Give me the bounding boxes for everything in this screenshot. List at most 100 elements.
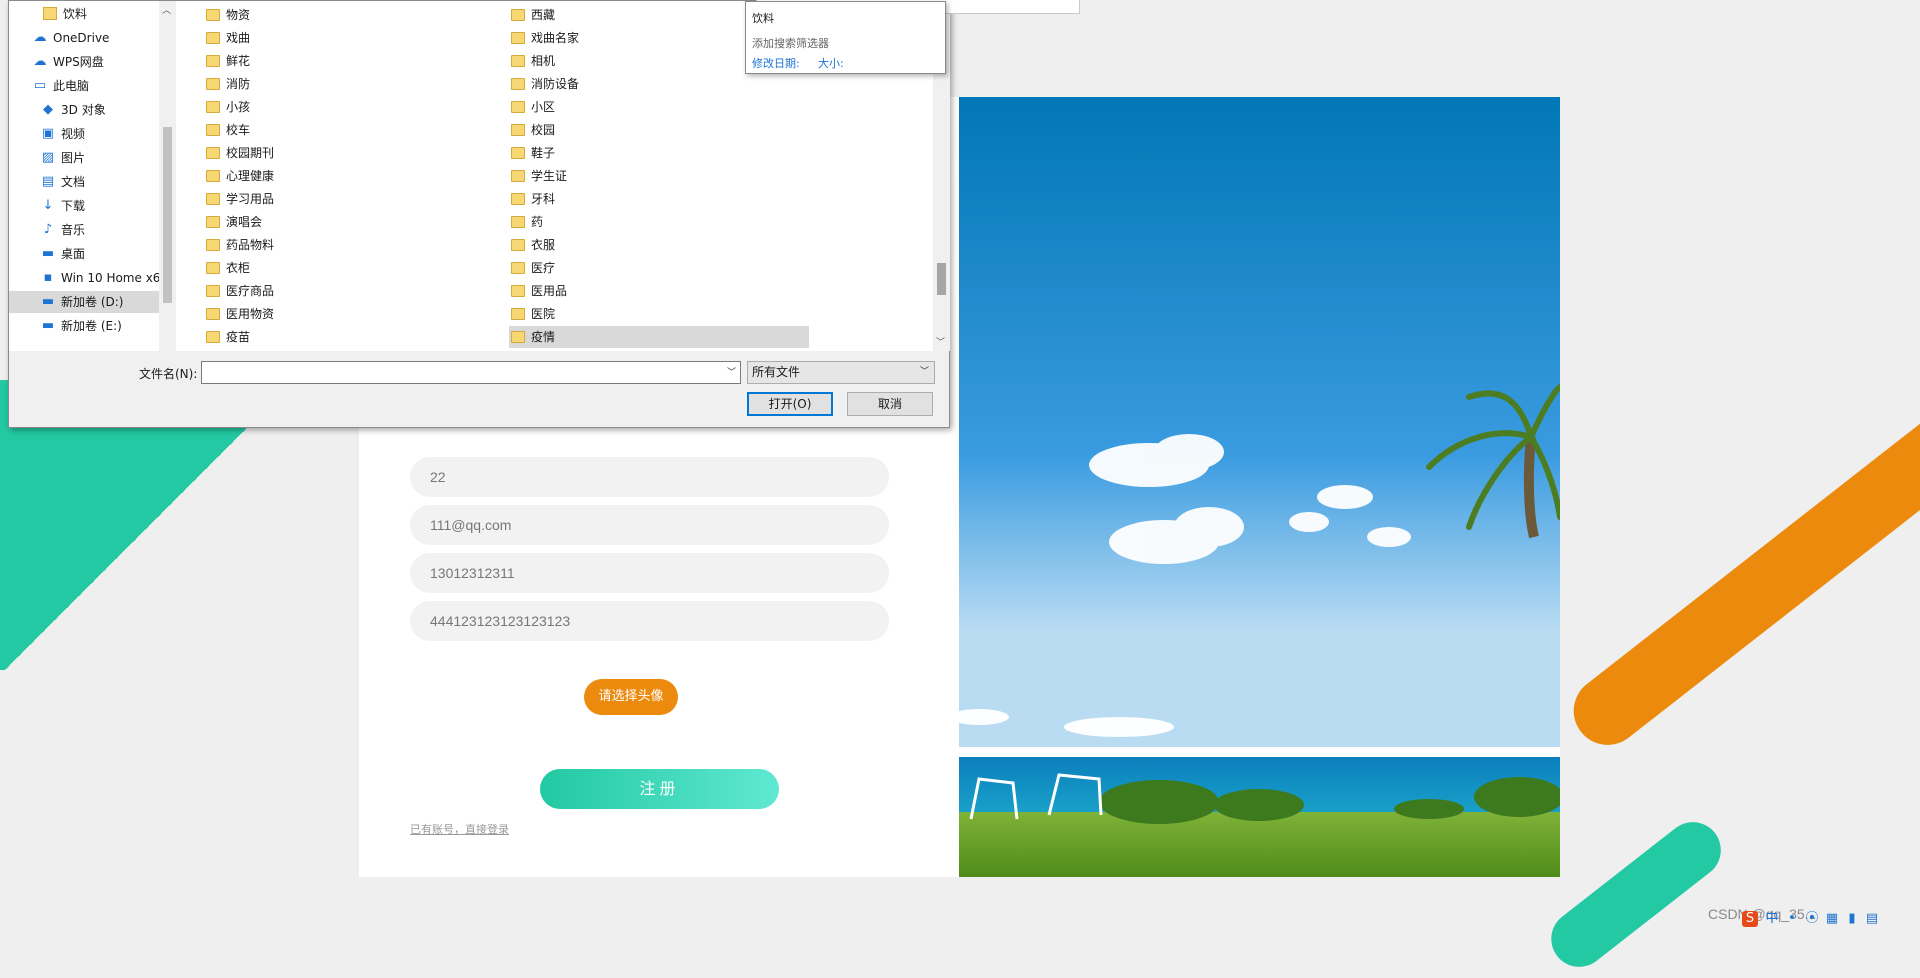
folder-item[interactable]: 物资: [204, 4, 504, 26]
microphone-icon[interactable]: ⦿: [1804, 911, 1820, 927]
document-icon: ▤: [41, 174, 55, 189]
nav-item-c-drive[interactable]: ▪ Win 10 Home x6: [9, 267, 159, 289]
folder-icon: [206, 216, 220, 228]
folder-item[interactable]: 鲜花: [204, 50, 504, 72]
folder-label: 物资: [226, 8, 251, 22]
beach-landscape-image: [959, 97, 1560, 877]
folder-item[interactable]: 疫苗: [204, 326, 504, 348]
login-link[interactable]: 已有账号，直接登录: [410, 821, 509, 837]
desktop-icon: ▬: [41, 246, 55, 261]
choose-avatar-button[interactable]: 请选择头像: [584, 679, 678, 715]
folder-label: 相机: [531, 54, 556, 68]
id-number-field[interactable]: 444123123123123123: [410, 601, 889, 641]
folder-label: 消防: [226, 77, 251, 91]
folder-item[interactable]: 医院: [509, 303, 809, 325]
search-current-term[interactable]: 饮料: [752, 10, 774, 26]
cube-icon: ◆: [43, 102, 53, 117]
toolbox-icon[interactable]: ▤: [1864, 911, 1880, 927]
folder-item[interactable]: 小孩: [204, 96, 504, 118]
folder-item[interactable]: 戏曲: [204, 27, 504, 49]
folder-item[interactable]: 鞋子: [509, 142, 809, 164]
size-filter[interactable]: 大小:: [818, 55, 844, 71]
nav-item-this-pc[interactable]: ▭ 此电脑: [9, 75, 159, 97]
folder-label: 消防设备: [531, 77, 580, 91]
keyboard-icon[interactable]: ▦: [1824, 911, 1840, 927]
folder-item[interactable]: 心理健康: [204, 165, 504, 187]
folder-item[interactable]: 医疗: [509, 257, 809, 279]
folder-item[interactable]: 校园期刊: [204, 142, 504, 164]
punctuation-icon[interactable]: •: [1784, 911, 1800, 927]
folder-item[interactable]: 医用物资: [204, 303, 504, 325]
folder-icon: [206, 331, 220, 343]
skin-icon[interactable]: ▮: [1844, 911, 1860, 927]
folder-item[interactable]: 校园: [509, 119, 809, 141]
nav-item-label: 音乐: [61, 223, 86, 237]
folder-item[interactable]: 牙科: [509, 188, 809, 210]
folder-icon: [206, 193, 220, 205]
nav-item-label: OneDrive: [53, 31, 110, 45]
age-field[interactable]: 22: [410, 457, 889, 497]
folder-icon: [511, 55, 525, 67]
cancel-button[interactable]: 取消: [847, 392, 933, 416]
folder-label: 鲜花: [226, 54, 251, 68]
nav-item-d-drive[interactable]: ▬ 新加卷 (D:): [9, 291, 159, 313]
navigation-scrollbar[interactable]: ︿: [159, 1, 176, 351]
nav-item-label: 此电脑: [53, 79, 90, 93]
nav-item-music[interactable]: ♪ 音乐: [9, 219, 159, 241]
scroll-up-icon[interactable]: ︿: [162, 3, 171, 16]
navigation-scroll-thumb[interactable]: [163, 127, 172, 303]
nav-item-e-drive[interactable]: ▬ 新加卷 (E:): [9, 315, 159, 337]
folder-icon: [206, 147, 220, 159]
phone-field[interactable]: 13012312311: [410, 553, 889, 593]
chinese-mode-icon[interactable]: 中: [1764, 911, 1780, 927]
nav-item-desktop[interactable]: ▬ 桌面: [9, 243, 159, 265]
folder-item[interactable]: 医用品: [509, 280, 809, 302]
computer-icon: ▭: [33, 78, 47, 93]
folder-item[interactable]: 演唱会: [204, 211, 504, 233]
filename-input[interactable]: ﹀: [201, 361, 741, 384]
nav-item-pictures[interactable]: ▨ 图片: [9, 147, 159, 169]
folder-item[interactable]: 疫情: [509, 326, 809, 348]
folder-icon: [206, 32, 220, 44]
nav-item-3d[interactable]: ◆ 3D 对象: [9, 99, 159, 121]
email-field[interactable]: 111@qq.com: [410, 505, 889, 545]
folder-item[interactable]: 药: [509, 211, 809, 233]
folder-item[interactable]: 小区: [509, 96, 809, 118]
register-button[interactable]: 注册: [540, 769, 779, 809]
folder-icon: [511, 101, 525, 113]
nav-item-downloads[interactable]: ↓ 下载: [9, 195, 159, 217]
nav-item-drinks[interactable]: 饮料: [9, 3, 159, 25]
folder-label: 学生证: [531, 169, 568, 183]
filetype-select[interactable]: 所有文件 ﹀: [747, 361, 935, 384]
folder-item[interactable]: 消防: [204, 73, 504, 95]
nav-item-label: 3D 对象: [61, 103, 106, 117]
folder-item[interactable]: 消防设备: [509, 73, 809, 95]
folder-item[interactable]: 衣服: [509, 234, 809, 256]
add-search-filter[interactable]: 添加搜索筛选器: [752, 35, 829, 51]
open-button[interactable]: 打开(O): [747, 392, 833, 416]
nav-item-label: 饮料: [63, 7, 88, 21]
folder-label: 医用品: [531, 284, 568, 298]
phone-value: 13012312311: [430, 565, 515, 581]
folder-item[interactable]: 学生证: [509, 165, 809, 187]
folder-item[interactable]: 医疗商品: [204, 280, 504, 302]
folder-item[interactable]: 衣柜: [204, 257, 504, 279]
folder-label: 西藏: [531, 8, 556, 22]
nav-item-label: 新加卷 (E:): [61, 319, 122, 333]
folder-item[interactable]: 校车: [204, 119, 504, 141]
folder-item[interactable]: 学习用品: [204, 188, 504, 210]
folder-icon: [511, 170, 525, 182]
modified-date-filter[interactable]: 修改日期:: [752, 55, 800, 71]
folder-item[interactable]: 药品物料: [204, 234, 504, 256]
nav-item-wps[interactable]: ☁ WPS网盘: [9, 51, 159, 73]
folder-label: 医疗: [531, 261, 556, 275]
scroll-down-icon[interactable]: ﹀: [936, 335, 945, 348]
nav-item-videos[interactable]: ▣ 视频: [9, 123, 159, 145]
ime-toolbar: S 中 • ⦿ ▦ ▮ ▤: [1742, 910, 1920, 932]
nav-item-documents[interactable]: ▤ 文档: [9, 171, 159, 193]
folder-list-scroll-thumb[interactable]: [937, 263, 946, 295]
folder-icon: [206, 9, 220, 21]
sogou-ime-icon[interactable]: S: [1742, 911, 1758, 927]
chevron-down-icon[interactable]: ﹀: [727, 365, 736, 378]
nav-item-onedrive[interactable]: ☁ OneDrive: [9, 27, 159, 49]
